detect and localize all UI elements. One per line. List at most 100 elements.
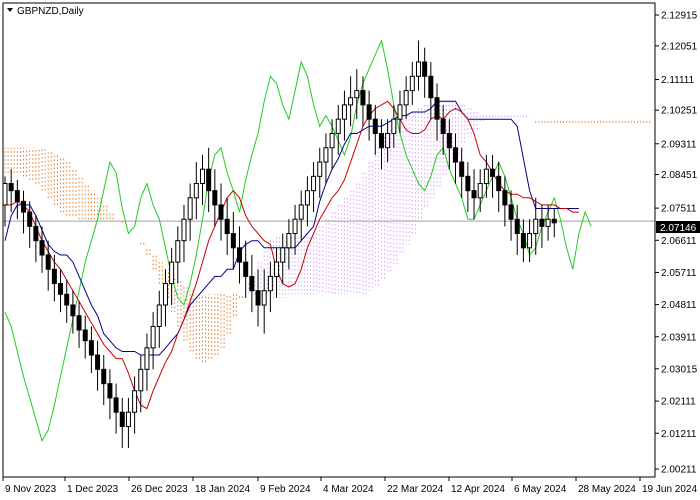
candle-body [385, 132, 391, 149]
x-tick-label-2: 26 Dec 2023 [131, 484, 188, 495]
candle-body [261, 290, 267, 306]
candle-body [459, 161, 465, 177]
candle-body [397, 104, 403, 120]
y-tick-label-7: 2.06611 [661, 236, 697, 247]
candle-body [360, 90, 366, 106]
candle-body [490, 168, 496, 177]
candle-body [95, 354, 101, 370]
candle-body [187, 197, 193, 220]
symbol-header: GBPNZD,Daily [7, 6, 84, 17]
candle-body [477, 182, 483, 199]
candle-body [119, 411, 125, 428]
x-tick-label-8: 6 May 2024 [514, 484, 567, 495]
candle-body [8, 182, 14, 192]
y-tick-label-4: 2.09311 [661, 139, 697, 150]
candle-body [341, 104, 347, 120]
y-tick-label-14: 2.00211 [661, 465, 697, 476]
x-tick-label-4: 9 Feb 2024 [260, 484, 311, 495]
x-tick-label-1: 1 Dec 2023 [67, 484, 119, 495]
y-tick-label-1: 2.12051 [661, 41, 698, 52]
candle-body [446, 132, 452, 149]
candle-body [39, 240, 45, 256]
candle-body [304, 190, 310, 206]
candle-body [335, 118, 341, 134]
candle-body [415, 61, 421, 77]
candle-body [274, 261, 280, 277]
x-tick-label-0: 9 Nov 2023 [5, 484, 57, 495]
candle-body [372, 118, 378, 134]
y-tick-label-11: 2.03015 [661, 364, 698, 375]
y-tick-label-10: 2.03911 [661, 332, 697, 343]
candle-body [496, 175, 502, 192]
candle-body [440, 118, 446, 134]
candle-body [298, 204, 304, 220]
candle-body [144, 347, 150, 370]
candle-body [125, 411, 131, 428]
y-tick-label-8: 2.05711 [661, 268, 697, 279]
y-tick-label-12: 2.02111 [661, 397, 696, 408]
candle-body [527, 233, 533, 249]
candle-body [156, 304, 162, 327]
candle-body [453, 147, 459, 163]
candle-body [150, 325, 156, 349]
candle-body [169, 261, 175, 285]
candle-body [520, 233, 526, 249]
candle-body [422, 61, 428, 77]
candle-body [224, 218, 230, 235]
y-axis: 2.12915 2.12051 2.11111 2.10251 2.09311 2.084… [655, 11, 698, 476]
candle-body [230, 233, 236, 249]
candle-body [193, 182, 199, 199]
candle-body [249, 275, 255, 292]
candle-body [428, 75, 434, 99]
candle-body [218, 204, 224, 220]
candle-body [317, 161, 323, 177]
candle-body [88, 340, 94, 356]
candle-body [292, 218, 298, 235]
candle-body [508, 204, 514, 220]
candle-body [199, 168, 205, 184]
candle-body [434, 97, 440, 120]
candle-body [533, 218, 539, 235]
candle-body [206, 168, 212, 192]
candle-body [76, 315, 82, 331]
candle-body [348, 97, 354, 106]
candle-body [323, 147, 329, 163]
candle-body [514, 218, 520, 235]
y-tick-label-2: 2.11111 [661, 75, 695, 86]
candle-body [354, 90, 360, 99]
candle-body [132, 390, 138, 413]
candle-body [409, 75, 415, 92]
symbol-label: GBPNZD,Daily [17, 6, 84, 17]
candle-body [82, 329, 88, 342]
y-tick-label-3: 2.10251 [661, 106, 698, 117]
candle-body [64, 293, 70, 306]
candle-body [545, 218, 551, 227]
candle-body [33, 225, 39, 242]
ichimoku-chart: 2.12915 2.12051 2.11111 2.10251 2.09311 2.084… [0, 0, 700, 500]
candle-body [2, 182, 8, 206]
candle-body [70, 304, 76, 317]
y-tick-label-0: 2.12915 [661, 11, 698, 22]
candle-body [378, 132, 384, 149]
y-tick-label-9: 2.04811 [661, 300, 697, 311]
x-tick-label-5: 4 Mar 2024 [323, 484, 374, 495]
x-tick-label-9: 28 May 2024 [578, 484, 636, 495]
current-price-tag: 2.07146 [656, 221, 700, 234]
candle-body [311, 175, 317, 192]
candle-body [483, 168, 489, 184]
x-tick-label-3: 18 Jan 2024 [195, 484, 250, 495]
candle-body [465, 175, 471, 192]
candle-body [21, 200, 27, 213]
candle-body [58, 283, 64, 295]
candle-body [138, 368, 144, 392]
candle-body [539, 218, 545, 227]
candle-body [280, 247, 286, 263]
x-tick-label-7: 12 Apr 2024 [451, 484, 505, 495]
candle-body [175, 240, 181, 263]
candle-body [27, 211, 33, 227]
candle-body [14, 190, 20, 202]
candle-body [403, 90, 409, 106]
candle-body [162, 283, 168, 306]
candle-body [255, 290, 261, 306]
current-price-value: 2.07146 [660, 223, 697, 234]
